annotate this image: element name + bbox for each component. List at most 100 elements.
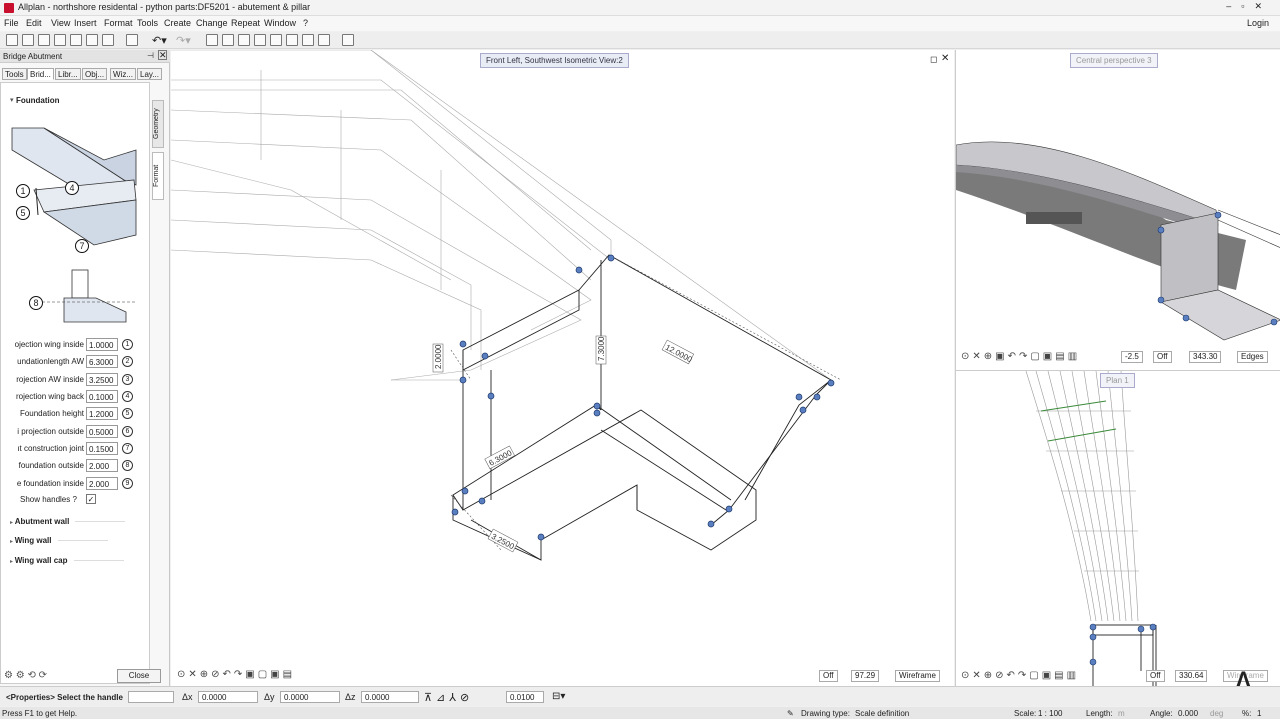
perspective-off-select[interactable]: Off [1153, 351, 1172, 363]
section-foundation[interactable]: Foundation [16, 96, 60, 105]
view-toolbar-icons[interactable]: ⊙✕⊕▣↶↷▢▣▤▥ [961, 351, 1080, 362]
view-off-select[interactable]: Off [819, 670, 838, 682]
dx-input[interactable]: 0.0000 [198, 691, 258, 703]
toolbar-icon-5[interactable] [70, 34, 82, 46]
toolbar-icon-6[interactable] [86, 34, 98, 46]
palette-tool-icons[interactable]: ⚙ ⚙ ⟲ ⟳ [4, 670, 47, 681]
plan-off-select[interactable]: Off [1146, 670, 1165, 682]
view-label-main[interactable]: Front Left, Southwest Isometric View:2 [480, 53, 629, 68]
toolbar-icon-12[interactable] [254, 34, 266, 46]
menu-format[interactable]: Format [104, 18, 133, 28]
window-controls[interactable]: –▫✕ [1226, 1, 1272, 12]
close-palette-icon[interactable]: ✕ [158, 50, 167, 60]
menu-repeat[interactable]: Repeat [231, 18, 260, 28]
minimize-button[interactable]: – [1226, 1, 1241, 11]
toolbar-icon-7[interactable] [102, 34, 114, 46]
tab-wizards[interactable]: Wiz... [110, 68, 136, 80]
track-icon[interactable]: ⊟▾ [552, 691, 565, 702]
tab-layers[interactable]: Lay... [137, 68, 162, 80]
toolbar-icon-8[interactable] [126, 34, 138, 46]
snap-icons[interactable]: ⊼⊿⅄⊘ [424, 691, 473, 704]
perspective-angle-input[interactable]: -2.5 [1121, 351, 1143, 363]
toolbar-icon-10[interactable] [222, 34, 234, 46]
login-link[interactable]: Login [1247, 18, 1269, 28]
plan-wireframe[interactable] [956, 371, 1280, 687]
param-input[interactable]: 3.2500 [86, 373, 118, 386]
menu-edit[interactable]: Edit [26, 18, 42, 28]
view-label-perspective[interactable]: Central perspective 3 [1070, 53, 1158, 68]
section-abutment-wall[interactable]: Abutment wall [10, 517, 126, 526]
param-input[interactable]: 6.3000 [86, 355, 118, 368]
menu-create[interactable]: Create [164, 18, 191, 28]
close-button[interactable]: Close [117, 669, 161, 683]
param-input[interactable]: 0.5000 [86, 425, 118, 438]
dz-input[interactable]: 0.0000 [361, 691, 419, 703]
handle-select[interactable] [128, 691, 174, 703]
dy-input[interactable]: 0.0000 [280, 691, 340, 703]
toolbar-icon-4[interactable] [54, 34, 66, 46]
view-mode-select[interactable]: Wireframe [895, 670, 940, 682]
maximize-button[interactable]: ▫ [1241, 1, 1254, 11]
menu-help[interactable]: ? [303, 18, 308, 28]
toolbar-icon-9[interactable] [206, 34, 218, 46]
pin-icon[interactable]: ⊣ [147, 51, 154, 60]
tab-tools[interactable]: Tools [2, 68, 27, 80]
percent-value[interactable]: 1 [1257, 709, 1261, 718]
section-wing-wall-cap[interactable]: Wing wall cap [10, 556, 124, 565]
param-input[interactable]: 2.000 [86, 477, 118, 490]
section-wing-wall[interactable]: Wing wall [10, 536, 108, 545]
menu-change[interactable]: Change [196, 18, 228, 28]
toolbar-icon-13[interactable] [270, 34, 282, 46]
toolbar-icon-1[interactable] [6, 34, 18, 46]
undo-icon[interactable]: ↶▾ [152, 34, 167, 47]
param-input[interactable]: 1.0000 [86, 338, 118, 351]
view-toolbar-icons[interactable]: ⊙✕⊕⊘↶↷▢▣▤▥ [961, 670, 1079, 681]
tab-objects[interactable]: Obj... [82, 68, 108, 80]
param-label: ojection wing inside [14, 340, 84, 349]
collapse-icon[interactable]: ▾ [10, 96, 14, 104]
tab-bridge[interactable]: Brid... [27, 68, 54, 80]
menu-insert[interactable]: Insert [74, 18, 97, 28]
param-input[interactable]: 0.1500 [86, 442, 118, 455]
perspective-viewport[interactable]: Central perspective 3 ⊙✕⊕▣↶↷▢▣▤▥ -2.5 Of… [955, 50, 1280, 370]
param-input[interactable]: 1.2000 [86, 407, 118, 420]
redo-icon[interactable]: ↷▾ [176, 34, 191, 47]
zoom-icon[interactable] [342, 34, 354, 46]
view-toolbar-icons[interactable]: ⊙✕⊕⊘↶↷▣▢▣▤ [177, 669, 295, 680]
maximize-view-icon[interactable]: ◻ [930, 54, 937, 65]
step-input[interactable]: 0.0100 [506, 691, 544, 703]
close-window-button[interactable]: ✕ [1254, 1, 1272, 11]
toolbar-icon-2[interactable] [22, 34, 34, 46]
show-handles-checkbox[interactable]: ✓ [86, 494, 96, 504]
menu-view[interactable]: View [51, 18, 70, 28]
perspective-mode-select[interactable]: Edges [1237, 351, 1268, 363]
toolbar-icon-14[interactable] [286, 34, 298, 46]
view-label-plan[interactable]: Plan 1 [1100, 373, 1135, 388]
toolbar-icon-15[interactable] [302, 34, 314, 46]
abutment-wireframe[interactable]: 2.0000 7.3000 12.0000 6.3000 3.2500 [171, 50, 954, 686]
main-viewport[interactable]: 2.0000 7.3000 12.0000 6.3000 3.2500 Fron… [171, 50, 954, 686]
plan-viewport[interactable]: Plan 1 ⊙✕⊕⊘↶↷▢▣▤▥ Off 330.64 Wireframe Λ [955, 370, 1280, 692]
angle-unit[interactable]: deg [1210, 709, 1223, 718]
menu-tools[interactable]: Tools [137, 18, 158, 28]
param-number: 9 [122, 478, 133, 489]
drawing-type-value[interactable]: Scale definition [855, 709, 909, 718]
plan-value-select[interactable]: 330.64 [1175, 670, 1208, 682]
vtab-format[interactable]: Format [152, 152, 164, 200]
toolbar-icon-11[interactable] [238, 34, 250, 46]
menu-window[interactable]: Window [264, 18, 296, 28]
param-input[interactable]: 2.000 [86, 459, 118, 472]
view-value-select[interactable]: 97.29 [851, 670, 880, 682]
perspective-render[interactable] [956, 50, 1280, 370]
param-input[interactable]: 0.1000 [86, 390, 118, 403]
vtab-geometry[interactable]: Geometry [152, 100, 164, 148]
scale-value[interactable]: 1 : 100 [1038, 709, 1062, 718]
menu-file[interactable]: File [4, 18, 19, 28]
toolbar-icon-3[interactable] [38, 34, 50, 46]
angle-value[interactable]: 0.000 [1178, 709, 1198, 718]
perspective-value-select[interactable]: 343.30 [1189, 351, 1222, 363]
toolbar-icon-16[interactable] [318, 34, 330, 46]
close-view-icon[interactable]: ✕ [941, 53, 949, 64]
length-unit[interactable]: m [1118, 709, 1125, 718]
tab-library[interactable]: Libr... [55, 68, 81, 80]
